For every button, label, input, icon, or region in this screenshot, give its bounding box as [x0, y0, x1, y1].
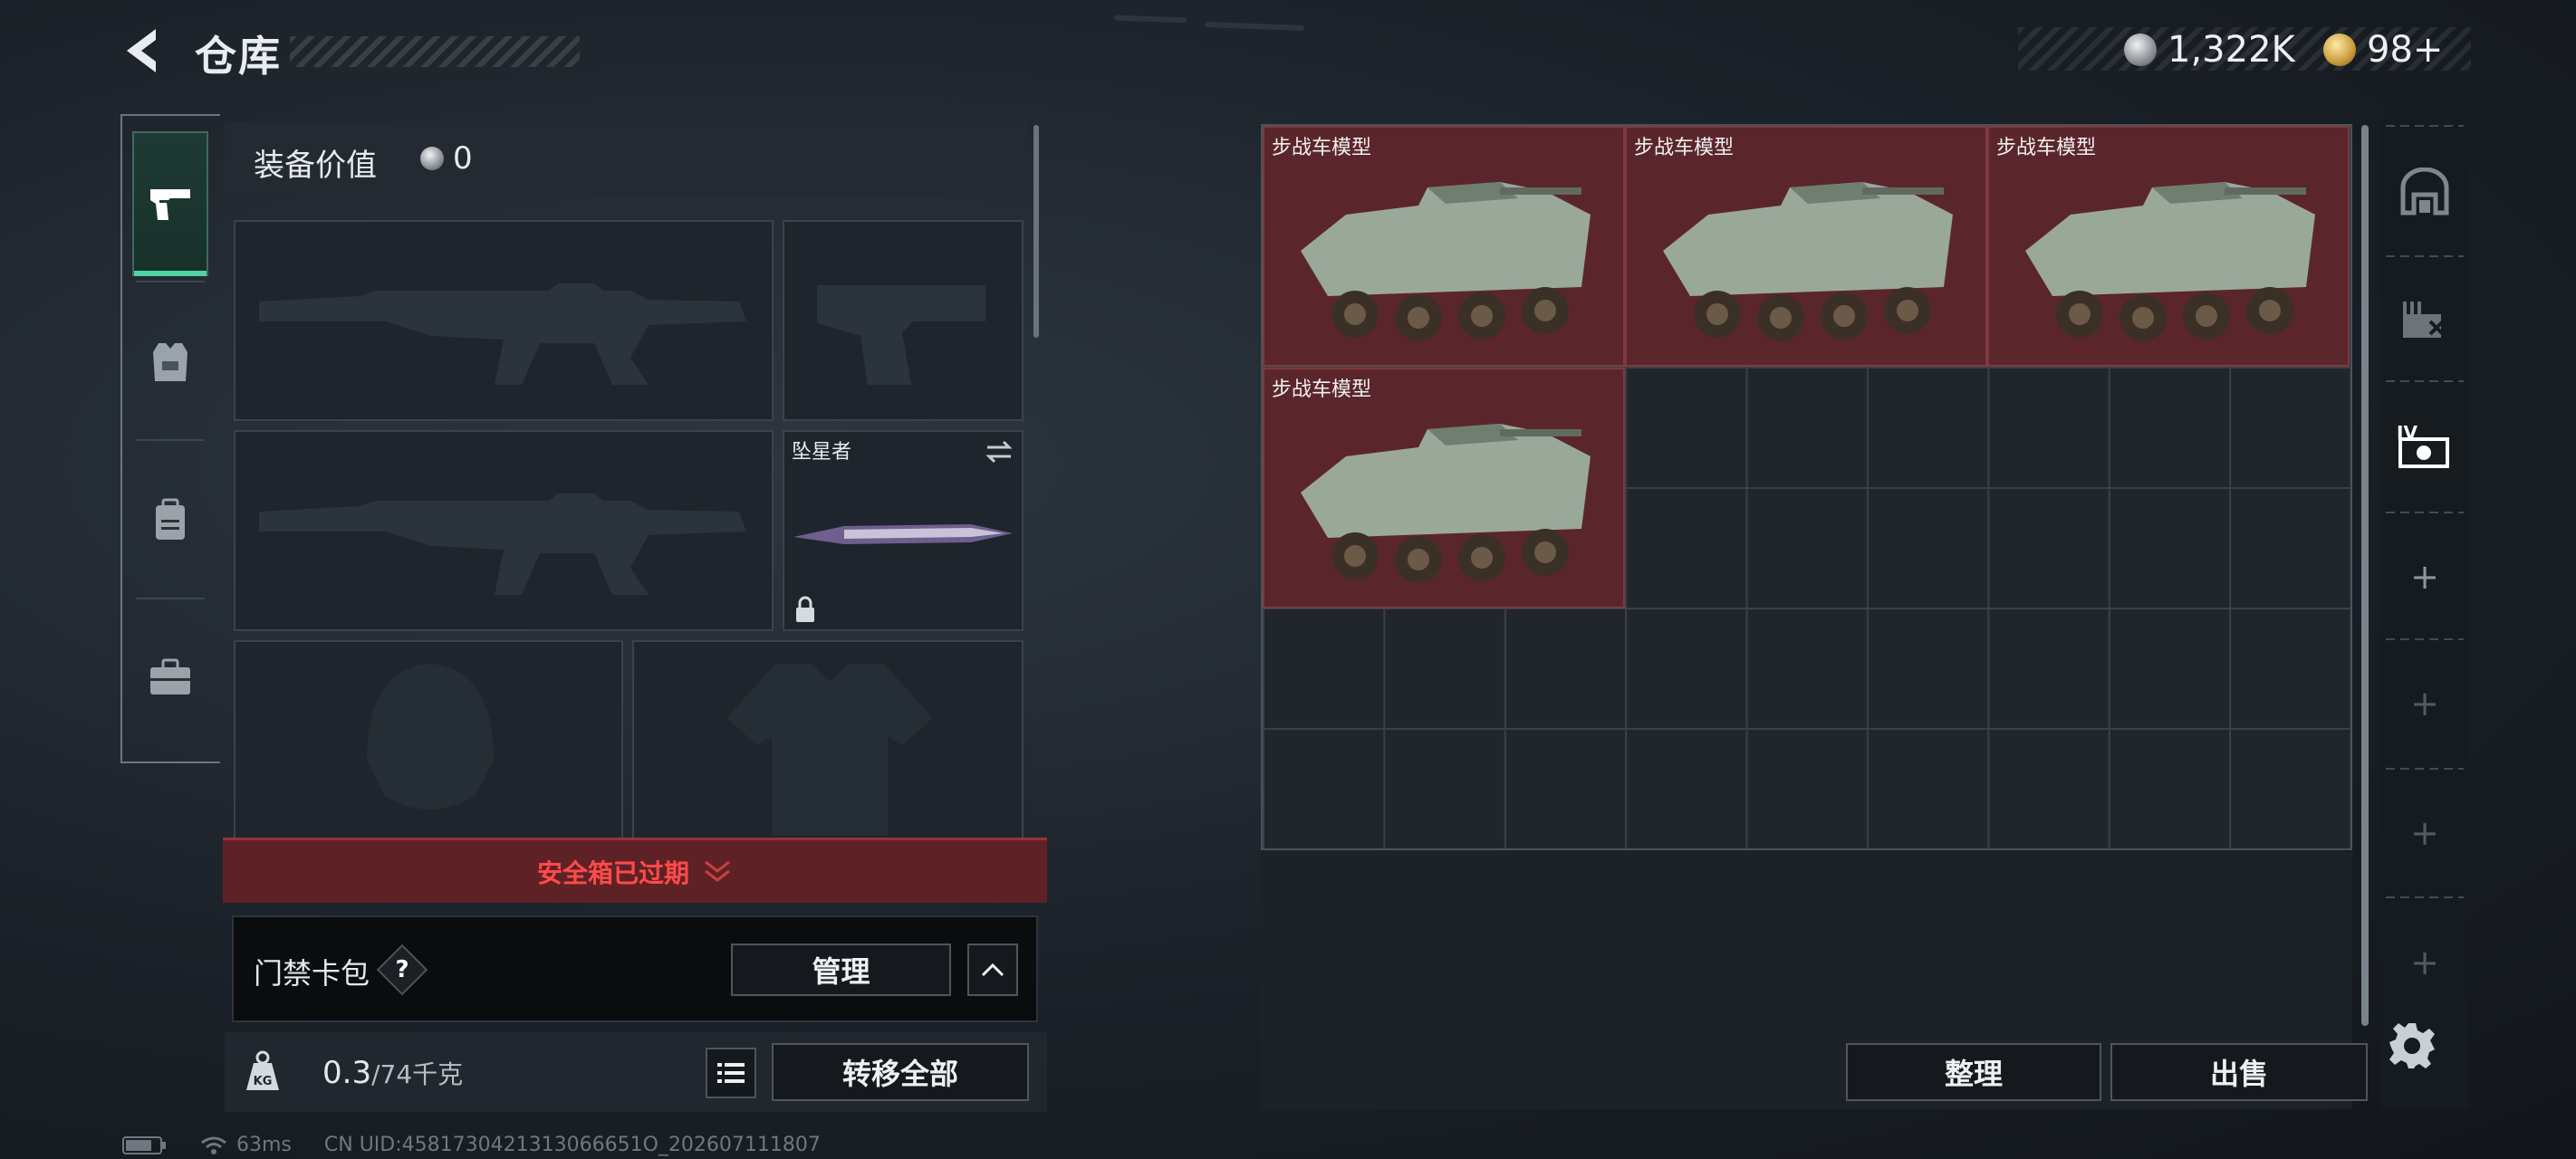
primary-weapon-slot[interactable]	[234, 220, 774, 421]
rail-divider	[136, 439, 205, 441]
expand-button[interactable]	[967, 943, 1018, 996]
rail-divider	[2386, 896, 2464, 898]
sell-button[interactable]: 出售	[2110, 1043, 2368, 1101]
settings-button[interactable]	[2388, 1021, 2437, 1070]
kg-weight-icon: KG	[246, 1050, 279, 1090]
storage-item[interactable]: 步战车模型	[1625, 126, 1987, 367]
melee-name: 坠星者	[792, 441, 852, 464]
help-glyph: ?	[395, 956, 409, 983]
gear-icon	[2389, 1023, 2435, 1068]
plus-icon: +	[2410, 813, 2439, 853]
storage-item[interactable]: 步战车模型	[1987, 126, 2350, 367]
rail-divider	[2386, 125, 2464, 127]
plus-icon: +	[2410, 684, 2439, 723]
plus-icon: +	[2410, 557, 2439, 597]
equipment-value-label: 装备价值	[254, 148, 377, 184]
melee-slot[interactable]: 坠星者	[783, 430, 1024, 631]
ifv-model-icon	[1301, 424, 1591, 583]
top-bar: 仓库 1,322K 98+	[0, 0, 2576, 109]
vest-placeholder-icon	[726, 664, 933, 836]
safebox-expired-text: 安全箱已过期	[536, 857, 689, 888]
wifi-icon	[201, 1136, 226, 1154]
rail-item-case[interactable]	[132, 605, 208, 750]
silver-coin-icon	[2124, 34, 2157, 66]
rifle-placeholder-icon	[259, 283, 746, 385]
ifv-model-icon	[1301, 182, 1591, 341]
sort-button[interactable]: 整理	[1846, 1043, 2101, 1101]
page-title: 仓库	[195, 32, 282, 81]
silver-currency: 1,322K	[2124, 29, 2295, 71]
secondary-weapon-slot[interactable]	[234, 430, 774, 631]
rail-divider	[2386, 380, 2464, 382]
pistol-icon	[150, 189, 190, 220]
storage-item[interactable]: 步战车模型	[1263, 126, 1625, 367]
svg-text:KG: KG	[254, 1075, 273, 1088]
network-status: 63ms	[200, 1134, 292, 1156]
backpack-icon	[156, 498, 185, 540]
add-storage-tab[interactable]: +	[2380, 774, 2469, 892]
add-storage-tab[interactable]: +	[2380, 518, 2469, 636]
list-view-button[interactable]	[706, 1048, 756, 1098]
plus-icon: +	[2410, 943, 2439, 982]
helmet-placeholder-icon	[367, 664, 494, 809]
helmet-slot[interactable]	[234, 640, 623, 839]
briefcase-icon	[150, 658, 190, 694]
add-storage-tab[interactable]: +	[2380, 645, 2469, 762]
chevron-down-icon	[705, 860, 730, 882]
equipment-value: 0	[420, 140, 473, 177]
rail-item-backpack[interactable]	[132, 448, 208, 593]
title-decoration	[290, 36, 580, 67]
storage-scrollbar[interactable]	[2361, 125, 2369, 1026]
weight-max: /74千克	[371, 1059, 464, 1089]
gold-amount: 98+	[2367, 29, 2444, 71]
ifv-model-icon	[1663, 182, 1953, 341]
rail-divider	[136, 281, 205, 283]
swap-icon[interactable]	[984, 439, 1014, 465]
rail-divider	[2386, 638, 2464, 640]
tier-iv-icon: IV	[2397, 422, 2449, 468]
weight-value: 0.3/74千克	[322, 1055, 463, 1091]
manage-button[interactable]: 管理	[731, 943, 951, 996]
battery-icon	[122, 1135, 166, 1154]
rail-divider	[2386, 255, 2464, 257]
status-bar: 63ms CN UID:4581730421313066651O_2026071…	[122, 1134, 821, 1156]
chevron-up-icon	[981, 963, 1004, 977]
list-icon	[717, 1063, 745, 1083]
safebox-expired-banner[interactable]: 安全箱已过期	[223, 838, 1047, 903]
transfer-all-button[interactable]: 转移全部	[772, 1043, 1029, 1101]
sidearm-slot[interactable]	[783, 220, 1024, 421]
hazard-icon	[2403, 302, 2445, 338]
silver-coin-icon	[420, 147, 444, 170]
storage-tab-home[interactable]	[2380, 134, 2469, 252]
weight-current: 0.3	[322, 1055, 372, 1091]
add-storage-tab[interactable]: +	[2380, 904, 2469, 1021]
gold-coin-icon	[2323, 34, 2356, 66]
user-uid: CN UID:4581730421313066651O_202607111807	[323, 1134, 821, 1156]
rail-item-weapons[interactable]	[132, 131, 208, 276]
storage-tab-hazard[interactable]	[2380, 261, 2469, 378]
back-arrow-icon	[127, 29, 156, 72]
equipment-value-number: 0	[453, 140, 473, 177]
rail-item-armor[interactable]	[132, 290, 208, 435]
body-armor-slot[interactable]	[632, 640, 1024, 839]
home-icon	[2400, 168, 2449, 216]
silver-amount: 1,322K	[2167, 29, 2295, 71]
ifv-model-icon	[2025, 182, 2315, 341]
gold-currency[interactable]: 98+	[2323, 29, 2443, 71]
knife-icon	[793, 524, 1013, 544]
loadout-scrollbar[interactable]	[1033, 125, 1039, 338]
access-card-title: 门禁卡包	[254, 956, 370, 991]
rifle-placeholder-icon	[259, 493, 746, 595]
vest-icon	[153, 343, 187, 381]
back-button[interactable]	[118, 24, 172, 78]
pistol-placeholder-icon	[817, 285, 985, 385]
rail-divider	[136, 598, 205, 599]
lock-icon	[796, 596, 814, 622]
storage-item[interactable]: 步战车模型	[1263, 368, 1625, 608]
storage-tab-tier-iv[interactable]: IV	[2380, 388, 2469, 505]
rail-divider	[2386, 512, 2464, 513]
rail-divider	[2386, 768, 2464, 770]
ping-value: 63ms	[236, 1134, 292, 1156]
